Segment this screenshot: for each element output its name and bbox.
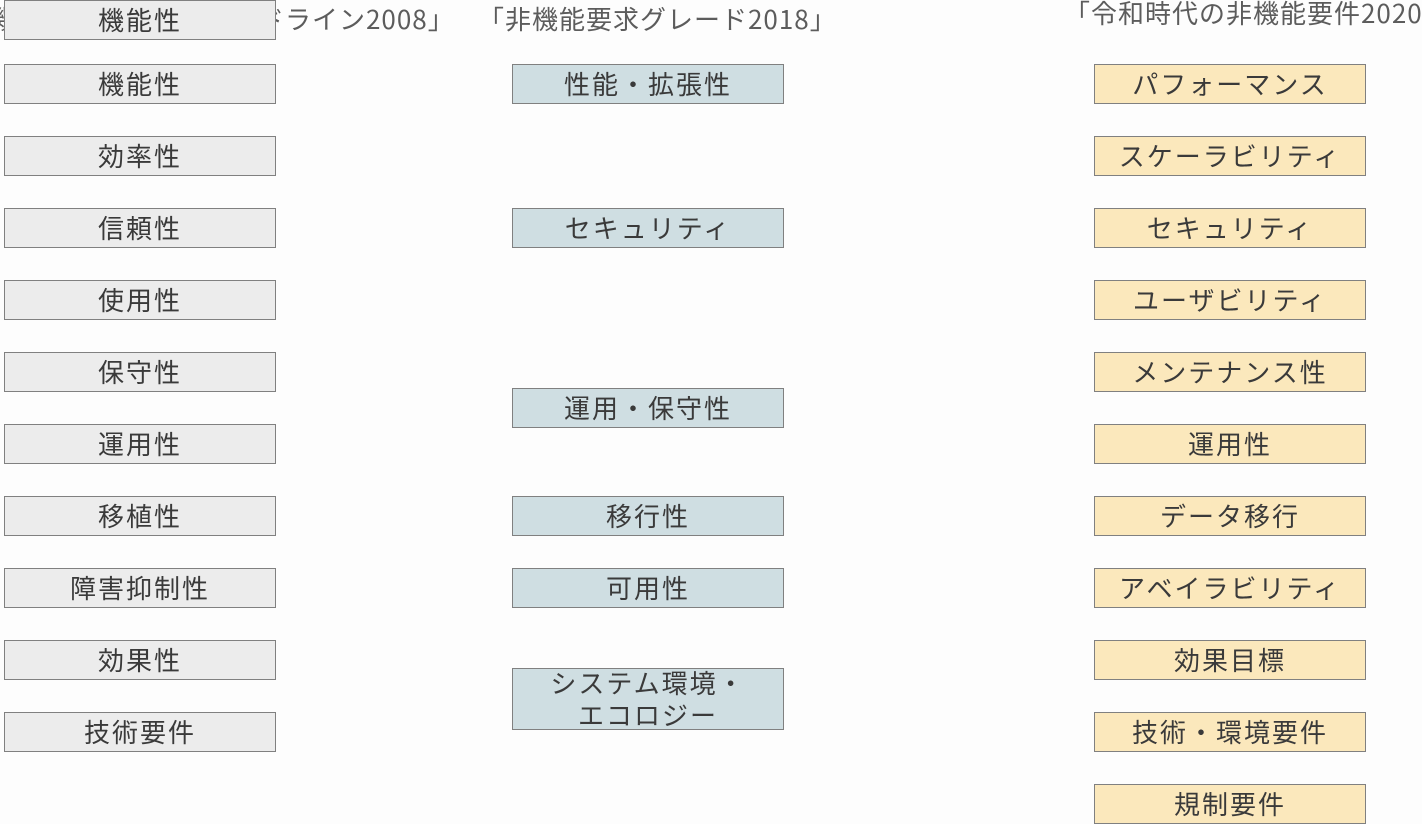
box-migration: 移行性: [512, 496, 784, 536]
box-maintainability: 保守性: [4, 352, 276, 392]
box-performance: パフォーマンス: [1094, 64, 1366, 104]
box-data-migration: データ移行: [1094, 496, 1366, 536]
column-title: 「令和時代の非機能要件2020: [1064, 0, 1422, 31]
box-usability: ユーザビリティ: [1094, 280, 1366, 320]
box-fault-tolerance: 障害抑制性: [4, 568, 276, 608]
box-security: セキュリティ: [1094, 208, 1366, 248]
box-usability: 使用性: [4, 280, 276, 320]
box-operability: 運用性: [4, 424, 276, 464]
box-reliability: 信頼性: [4, 208, 276, 248]
box-system-environment-ecology: システム環境・ エコロジー: [512, 668, 784, 730]
box-portability: 移植性: [4, 496, 276, 536]
box-regulatory-req: 規制要件: [1094, 784, 1366, 824]
box-scalability: スケーラビリティ: [1094, 136, 1366, 176]
box-availability: 可用性: [512, 568, 784, 608]
column-title: 「非機能要求グレード2018」: [478, 0, 837, 37]
box-effect-target: 効果目標: [1094, 640, 1366, 680]
box-effectiveness: 効果性: [4, 640, 276, 680]
box-functionality: 機能性: [4, 0, 276, 40]
box-efficiency: 効率性: [4, 136, 276, 176]
box-tech-env-req: 技術・環境要件: [1094, 712, 1366, 752]
box-maintenance: メンテナンス性: [1094, 352, 1366, 392]
box-performance-scalability: 性能・拡張性: [512, 64, 784, 104]
box-technical-req: 技術要件: [4, 712, 276, 752]
box-operation-maintenance: 運用・保守性: [512, 388, 784, 428]
box-functionality: 機能性: [4, 64, 276, 104]
box-security: セキュリティ: [512, 208, 784, 248]
box-operability: 運用性: [1094, 424, 1366, 464]
box-availability: アベイラビリティ: [1094, 568, 1366, 608]
